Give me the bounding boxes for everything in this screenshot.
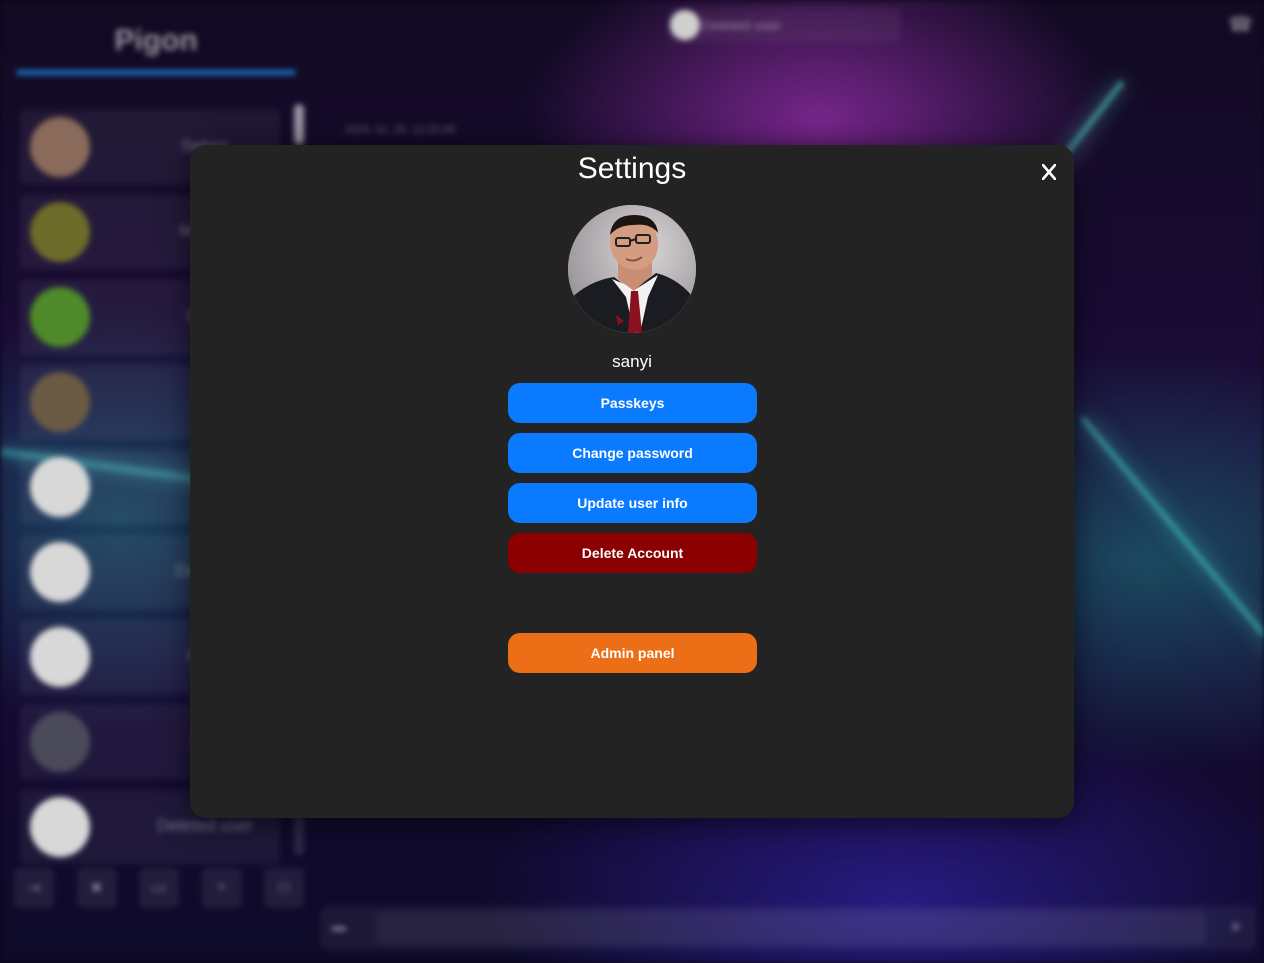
update-user-info-button[interactable]: Update user info	[508, 483, 757, 523]
profile-avatar[interactable]	[568, 205, 696, 333]
contact-avatar	[30, 797, 90, 857]
users-icon[interactable]: ⚇	[264, 868, 304, 908]
chat-header[interactable]: Deleted user	[668, 8, 900, 42]
contact-avatar	[30, 117, 90, 177]
message-timestamp: 2024. 01. 26. 12:20:48	[345, 124, 456, 136]
username-label: sanyi	[612, 352, 652, 371]
message-input-bar: ▬ ➤	[320, 906, 1256, 950]
contact-avatar	[30, 287, 90, 347]
chat-header-name: Deleted user	[702, 17, 782, 33]
app-brand-title: Pigon	[114, 24, 198, 57]
brand-underline	[16, 70, 296, 75]
send-icon[interactable]: ➤	[1230, 918, 1242, 935]
contact-avatar	[30, 372, 90, 432]
sidebar-bottom-toolbar: ⇥ ■ ▭ + ⚇	[14, 868, 304, 908]
admin-panel-button[interactable]: Admin panel	[508, 633, 757, 673]
add-icon[interactable]: +	[201, 868, 242, 908]
contact-avatar	[30, 712, 90, 772]
message-input[interactable]	[376, 912, 1206, 944]
modal-title: Settings	[577, 152, 687, 185]
message-icon[interactable]: ▭	[139, 868, 179, 908]
attachment-icon[interactable]: ▬	[332, 918, 346, 934]
close-button[interactable]	[1034, 157, 1064, 187]
mail-icon[interactable]: ■	[76, 868, 117, 908]
chat-header-avatar	[670, 10, 700, 40]
contact-name: Deleted user	[156, 816, 254, 835]
close-icon	[1042, 164, 1056, 180]
contact-avatar	[30, 627, 90, 687]
contact-avatar	[30, 457, 90, 517]
contact-avatar	[30, 542, 90, 602]
profile-photo	[568, 205, 696, 333]
contact-avatar	[30, 202, 90, 262]
background-laser	[1080, 416, 1264, 742]
phone-icon[interactable]: ☎	[1228, 12, 1253, 37]
delete-account-button[interactable]: Delete Account	[508, 533, 757, 573]
passkeys-button[interactable]: Passkeys	[508, 383, 757, 423]
settings-modal: Settings sanyi Passkeys Change password …	[190, 145, 1074, 818]
change-password-button[interactable]: Change password	[508, 433, 757, 473]
scrollbar-thumb[interactable]	[294, 104, 304, 144]
logout-icon[interactable]: ⇥	[14, 868, 54, 908]
